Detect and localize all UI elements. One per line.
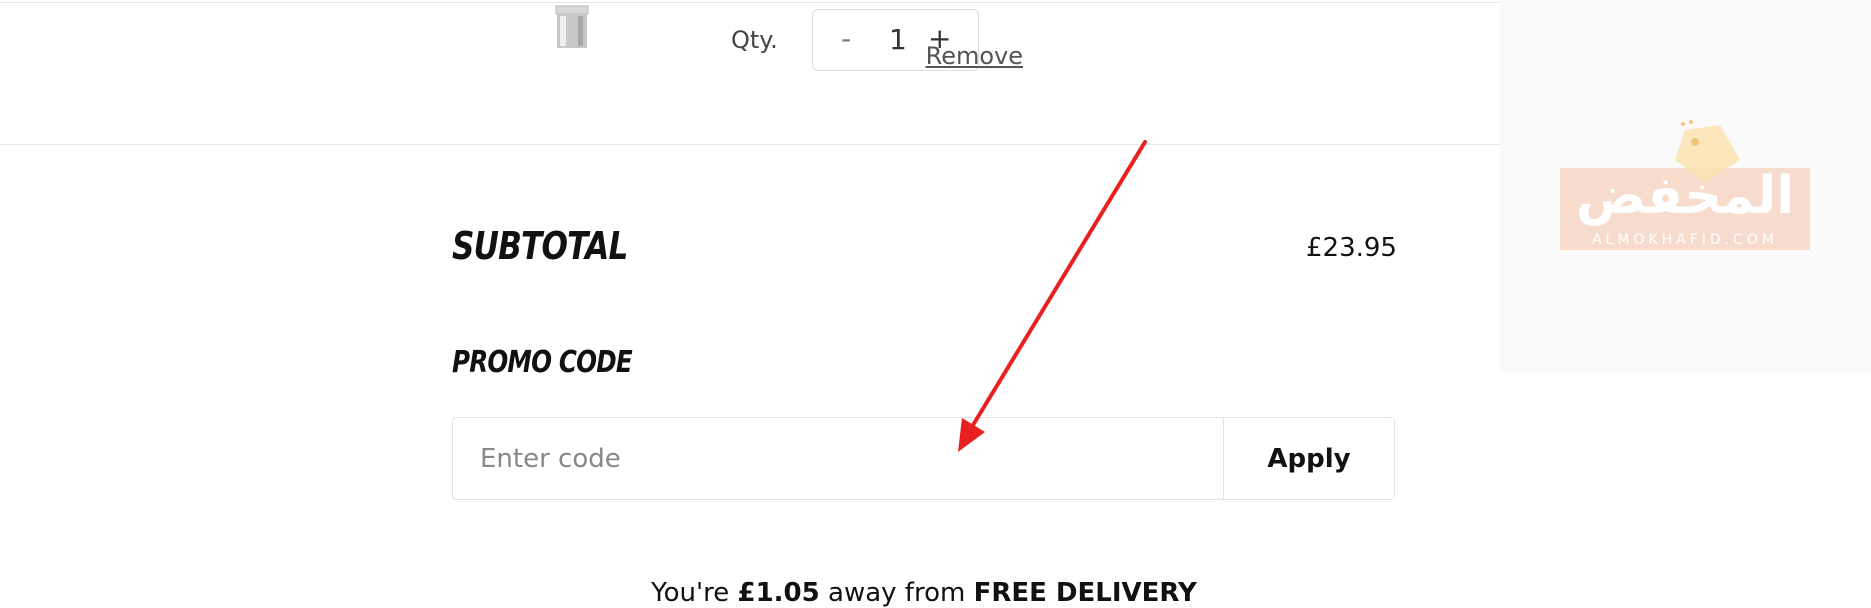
promo-code-form: Apply <box>452 417 1395 500</box>
qty-value[interactable]: 1 <box>889 23 907 56</box>
decrease-qty-button[interactable]: - <box>841 22 851 55</box>
watermark-latin-text: ALMOKHAFID.COM <box>1591 232 1779 248</box>
remove-item-link[interactable]: Remove <box>926 42 1023 70</box>
promo-code-input[interactable] <box>453 418 1223 499</box>
watermark-arabic-text: المخفض <box>1575 166 1795 226</box>
delivery-amount: £1.05 <box>737 578 820 608</box>
free-delivery-message: You're £1.05 away from FREE DELIVERY <box>0 578 1848 608</box>
arrow-shaft <box>968 140 1147 432</box>
delivery-middle: away from <box>819 578 974 608</box>
subtotal-value: £23.95 <box>1306 233 1397 263</box>
subtotal-label: SUBTOTAL <box>452 224 628 268</box>
apply-promo-button[interactable]: Apply <box>1223 418 1394 499</box>
cart-item-row: Qty. - 1 + Remove <box>0 0 1500 145</box>
watermark-logo: المخفض ALMOKHAFID.COM <box>1560 120 1810 255</box>
promo-code-label: PROMO CODE <box>452 345 633 380</box>
delivery-target: FREE DELIVERY <box>973 578 1197 608</box>
row-divider <box>0 144 1500 145</box>
product-thumbnail <box>555 5 589 48</box>
delivery-prefix: You're <box>651 578 738 608</box>
qty-label: Qty. <box>731 26 778 54</box>
